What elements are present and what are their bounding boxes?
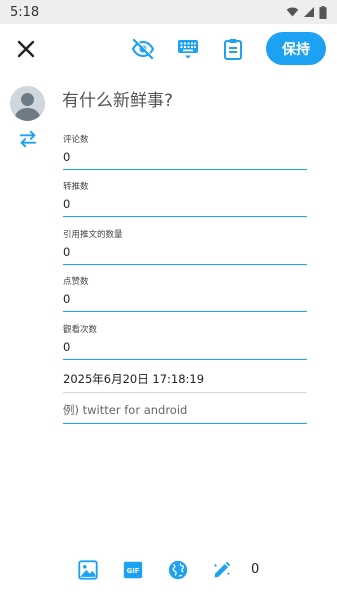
view-count-field[interactable]: 觀看次数 0 (63, 325, 307, 360)
keyboard-icon[interactable] (176, 37, 200, 61)
retweet-count-field[interactable]: 转推数 0 (63, 182, 307, 217)
default-avatar-icon (10, 86, 45, 121)
character-count: 0 (251, 562, 260, 577)
field-value[interactable]: 0 (63, 292, 307, 306)
like-count-field[interactable]: 点赞数 0 (63, 277, 307, 312)
cellular-signal-icon (304, 7, 314, 17)
datetime-field[interactable]: 2025年6月20日 17:18:19 (63, 371, 307, 393)
status-bar: 5:18 (0, 0, 337, 24)
wifi-icon (286, 7, 299, 17)
toolbar: 保持 (0, 24, 337, 74)
globe-icon[interactable] (167, 559, 189, 581)
svg-text:GIF: GIF (127, 567, 140, 575)
bottom-toolbar: GIF 0 (0, 556, 337, 586)
field-value[interactable]: 0 (63, 245, 307, 259)
field-label: 转推数 (63, 182, 89, 192)
status-time: 5:18 (10, 4, 40, 20)
field-label: 评论数 (63, 135, 89, 145)
status-icons (286, 5, 327, 19)
save-button[interactable]: 保持 (266, 32, 326, 65)
visibility-off-icon[interactable] (131, 37, 155, 61)
battery-icon (319, 5, 327, 19)
field-label: 点赞数 (63, 277, 89, 287)
clipboard-icon[interactable] (221, 37, 245, 61)
gif-icon[interactable]: GIF (122, 559, 144, 581)
field-value[interactable]: 0 (63, 197, 307, 211)
field-value[interactable]: 0 (63, 150, 307, 164)
close-icon[interactable] (14, 37, 38, 61)
edit-sparkle-icon[interactable] (211, 559, 233, 581)
avatar[interactable] (10, 86, 45, 121)
field-label: 引用推文的数量 (63, 230, 123, 240)
swap-icon[interactable] (17, 128, 39, 150)
image-icon[interactable] (77, 559, 99, 581)
quote-count-field[interactable]: 引用推文的数量 0 (63, 230, 307, 265)
field-value[interactable]: 0 (63, 340, 307, 354)
compose-input[interactable]: 有什么新鲜事? (62, 86, 173, 111)
field-label: 觀看次数 (63, 325, 98, 335)
via-client-input[interactable]: 例) twitter for android (63, 402, 307, 424)
comment-count-field[interactable]: 评论数 0 (63, 135, 307, 170)
